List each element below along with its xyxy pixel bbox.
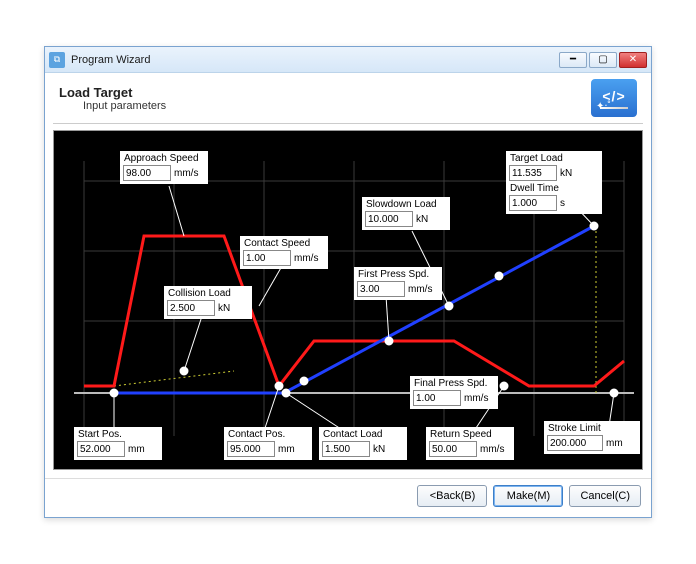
- maximize-button[interactable]: ▢: [589, 52, 617, 68]
- close-button[interactable]: ✕: [619, 52, 647, 68]
- contact-pos-label: Contact Pos.: [227, 429, 309, 440]
- dwell-time-label: Dwell Time: [509, 183, 599, 194]
- wizard-header: Load Target Input parameters </> ✦‧˚: [45, 73, 651, 121]
- back-button[interactable]: <Back(B): [417, 485, 487, 507]
- stroke-limit-input[interactable]: [547, 435, 603, 451]
- cancel-button[interactable]: Cancel(C): [569, 485, 641, 507]
- collision-load-box: Collision Load kN: [164, 286, 252, 319]
- window-controls: ━ ▢ ✕: [559, 52, 647, 68]
- contact-load-label: Contact Load: [322, 429, 404, 440]
- window-title: Program Wizard: [71, 54, 559, 66]
- collision-load-unit: kN: [218, 303, 230, 314]
- final-press-spd-label: Final Press Spd.: [413, 378, 495, 389]
- sparkle-icon: ✦‧˚: [596, 101, 611, 112]
- stroke-limit-label: Stroke Limit: [547, 423, 637, 434]
- first-press-spd-label: First Press Spd.: [357, 269, 439, 280]
- slowdown-load-input[interactable]: [365, 211, 413, 227]
- slowdown-load-unit: kN: [416, 214, 428, 225]
- contact-speed-label: Contact Speed: [243, 238, 325, 249]
- dwell-time-unit: s: [560, 198, 565, 209]
- first-press-spd-box: First Press Spd. mm/s: [354, 267, 442, 300]
- final-press-spd-input[interactable]: [413, 390, 461, 406]
- target-load-input[interactable]: [509, 165, 557, 181]
- wizard-window: ⧉ Program Wizard ━ ▢ ✕ Load Target Input…: [44, 46, 652, 518]
- contact-load-unit: kN: [373, 444, 385, 455]
- contact-speed-input[interactable]: [243, 250, 291, 266]
- target-dwell-box: Target Load kN Dwell Time s: [506, 151, 602, 214]
- dwell-time-input[interactable]: [509, 195, 557, 211]
- wizard-footer: <Back(B) Make(M) Cancel(C): [45, 478, 651, 517]
- approach-speed-box: Approach Speed mm/s: [120, 151, 208, 184]
- return-speed-box: Return Speed mm/s: [426, 427, 514, 460]
- make-button[interactable]: Make(M): [493, 485, 563, 507]
- page-subtitle: Input parameters: [59, 100, 591, 112]
- minimize-button[interactable]: ━: [559, 52, 587, 68]
- contact-pos-box: Contact Pos. mm: [224, 427, 312, 460]
- start-pos-input[interactable]: [77, 441, 125, 457]
- stroke-limit-box: Stroke Limit mm: [544, 421, 640, 454]
- page-title: Load Target: [59, 85, 591, 100]
- return-speed-unit: mm/s: [480, 444, 504, 455]
- stroke-limit-unit: mm: [606, 438, 623, 449]
- approach-speed-unit: mm/s: [174, 168, 198, 179]
- slowdown-load-box: Slowdown Load kN: [362, 197, 450, 230]
- titlebar: ⧉ Program Wizard ━ ▢ ✕: [45, 47, 651, 73]
- wizard-icon: </> ✦‧˚: [591, 79, 637, 117]
- contact-load-box: Contact Load kN: [319, 427, 407, 460]
- first-press-spd-input[interactable]: [357, 281, 405, 297]
- contact-speed-box: Contact Speed mm/s: [240, 236, 328, 269]
- contact-speed-unit: mm/s: [294, 253, 318, 264]
- contact-pos-unit: mm: [278, 444, 295, 455]
- approach-speed-label: Approach Speed: [123, 153, 205, 164]
- contact-pos-input[interactable]: [227, 441, 275, 457]
- target-load-label: Target Load: [509, 153, 599, 164]
- chart-area: Approach Speed mm/s Collision Load kN Co…: [53, 130, 643, 470]
- target-load-unit: kN: [560, 168, 572, 179]
- return-speed-label: Return Speed: [429, 429, 511, 440]
- start-pos-label: Start Pos.: [77, 429, 159, 440]
- return-speed-input[interactable]: [429, 441, 477, 457]
- divider: [53, 123, 643, 124]
- start-pos-unit: mm: [128, 444, 145, 455]
- slowdown-load-label: Slowdown Load: [365, 199, 447, 210]
- contact-load-input[interactable]: [322, 441, 370, 457]
- start-pos-box: Start Pos. mm: [74, 427, 162, 460]
- collision-load-input[interactable]: [167, 300, 215, 316]
- app-icon: ⧉: [49, 52, 65, 68]
- approach-speed-input[interactable]: [123, 165, 171, 181]
- collision-load-label: Collision Load: [167, 288, 249, 299]
- first-press-spd-unit: mm/s: [408, 284, 432, 295]
- final-press-spd-unit: mm/s: [464, 393, 488, 404]
- final-press-spd-box: Final Press Spd. mm/s: [410, 376, 498, 409]
